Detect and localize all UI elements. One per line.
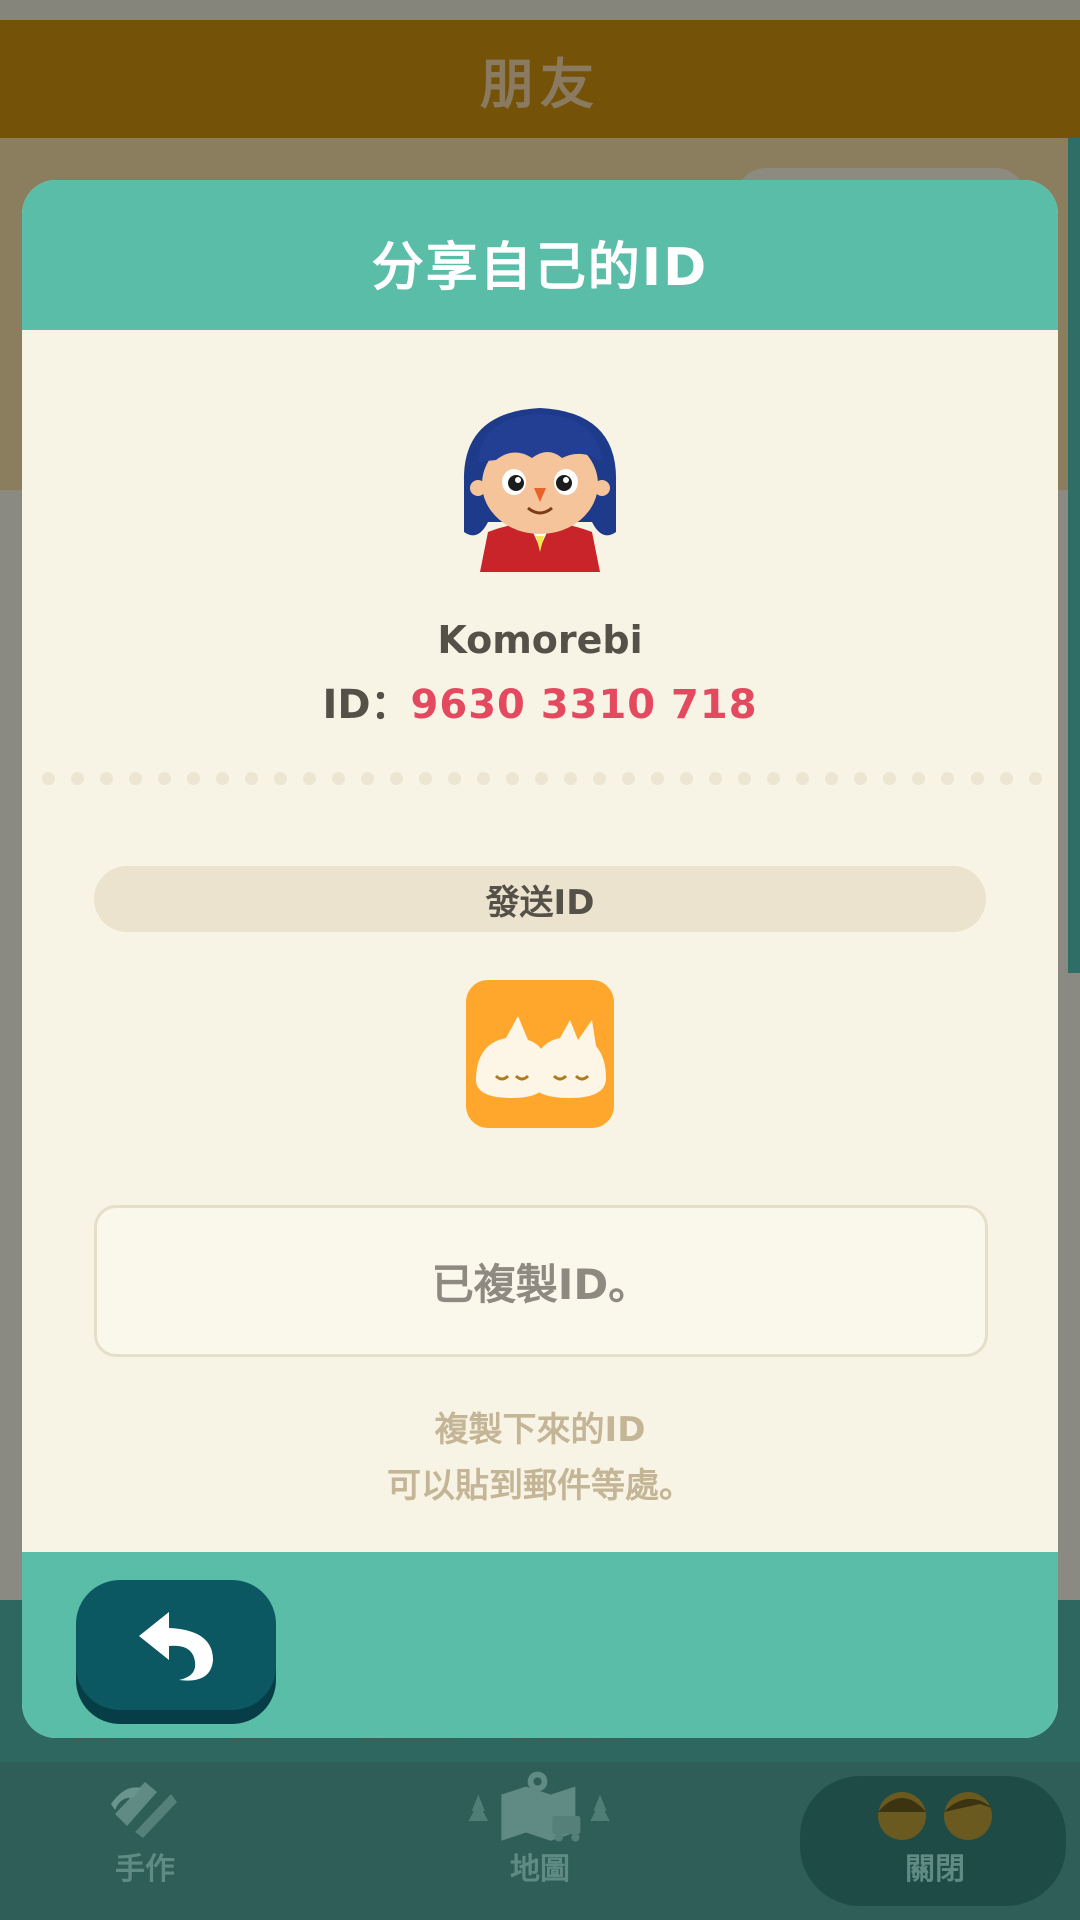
- user-id-line: ID：9630 3310 718: [22, 672, 1058, 730]
- share-app-button[interactable]: [466, 980, 614, 1128]
- friends-app-icon: [476, 1016, 606, 1098]
- hammer-saw-icon: [111, 1782, 177, 1838]
- user-id-value: 9630 3310 718: [410, 682, 758, 728]
- send-id-heading: 發送ID: [94, 866, 986, 932]
- help-text-line2: 可以貼到郵件等處。: [387, 1466, 693, 1506]
- dotted-divider: [42, 772, 1042, 786]
- background-header: 朋友: [0, 20, 1080, 138]
- nav-map[interactable]: 地圖: [440, 1770, 640, 1910]
- nav-craft[interactable]: 手作: [80, 1770, 210, 1910]
- status-strip: [0, 0, 1080, 20]
- nav-craft-label: 手作: [115, 1852, 175, 1887]
- map-icon: [468, 1771, 610, 1842]
- help-text-line1: 複製下來的ID: [434, 1410, 646, 1450]
- villager-avatar: [463, 408, 617, 572]
- friends-icon: [878, 1792, 992, 1840]
- share-id-dialog: 分享自己的ID Komorebi ID：9630 3310 718 發送ID 已…: [22, 180, 1058, 1738]
- dialog-title: 分享自己的ID: [371, 237, 709, 298]
- username: Komorebi: [437, 618, 643, 662]
- nav-map-label: 地圖: [510, 1852, 570, 1887]
- nav-close-label: 關閉: [905, 1852, 965, 1887]
- user-id-prefix: ID：: [322, 682, 411, 728]
- back-button[interactable]: [76, 1580, 276, 1710]
- background-header-title: 朋友: [480, 52, 600, 116]
- back-arrow-icon: [139, 1612, 213, 1681]
- nav-close[interactable]: 關閉: [840, 1770, 1030, 1910]
- background-scrollbar: [1068, 138, 1080, 973]
- dialog-header: 分享自己的ID: [22, 180, 1058, 330]
- copied-id-field[interactable]: 已複製ID。: [94, 1205, 988, 1357]
